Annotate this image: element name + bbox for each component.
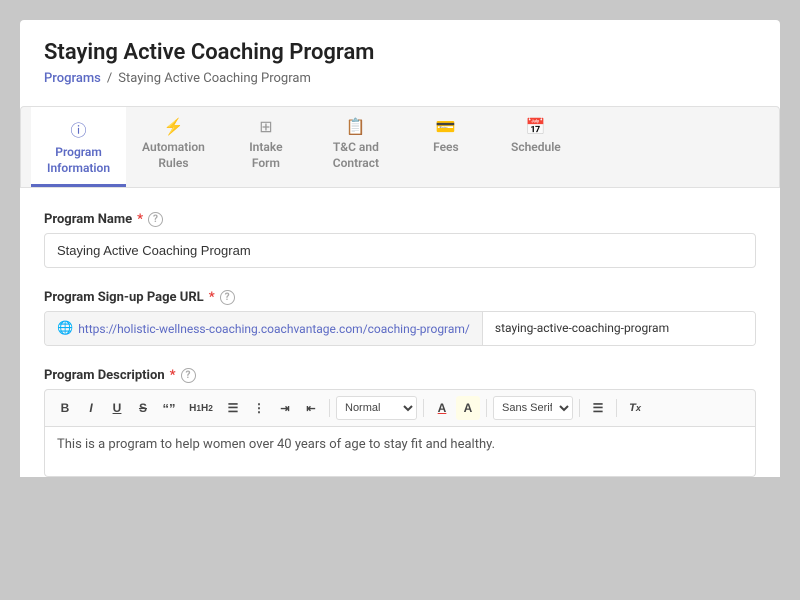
toolbar-sep-2	[423, 399, 424, 417]
signup-url-required-star: *	[209, 290, 215, 305]
automation-rules-icon: ⚡	[164, 117, 184, 136]
tc-contract-icon: 📋	[346, 117, 366, 136]
toolbar-italic-button[interactable]: I	[79, 396, 103, 420]
program-name-label: Program Name * ?	[44, 212, 756, 227]
url-suffix[interactable]: staying-active-coaching-program	[483, 312, 755, 345]
toolbar-sep-5	[616, 399, 617, 417]
toolbar-sep-4	[579, 399, 580, 417]
breadcrumb: Programs / Staying Active Coaching Progr…	[44, 71, 756, 86]
program-description-label: Program Description * ?	[44, 368, 756, 383]
program-name-input[interactable]	[44, 233, 756, 268]
fees-icon: 💳	[436, 117, 456, 136]
page-title: Staying Active Coaching Program	[44, 40, 756, 65]
toolbar-indent-button[interactable]: ⇥	[273, 396, 297, 420]
tab-schedule[interactable]: 📅 Schedule	[491, 107, 581, 187]
tab-fees[interactable]: 💳 Fees	[401, 107, 491, 187]
program-information-icon: ⓘ	[71, 117, 87, 141]
signup-url-label: Program Sign-up Page URL * ?	[44, 290, 756, 305]
toolbar-sep-3	[486, 399, 487, 417]
breadcrumb-parent[interactable]: Programs	[44, 71, 101, 86]
toolbar-h1h2-button[interactable]: H1 H2	[183, 396, 219, 420]
toolbar-clear-format-button[interactable]: Tx	[623, 396, 647, 420]
url-input-group: 🌐 https://holistic-wellness-coaching.coa…	[44, 311, 756, 346]
tab-label-fees: Fees	[433, 140, 459, 156]
tab-label-intake-form: IntakeForm	[249, 140, 282, 171]
tab-label-tc-contract: T&C andContract	[333, 140, 379, 171]
toolbar-quote-button[interactable]: “”	[157, 396, 181, 420]
breadcrumb-current: Staying Active Coaching Program	[118, 71, 311, 86]
description-required-star: *	[170, 368, 176, 383]
editor-toolbar: B I U S “” H1 H2 ☰ ⋮ ⇥ ⇤ Normal Heading …	[44, 389, 756, 427]
tab-automation-rules[interactable]: ⚡ AutomationRules	[126, 107, 221, 187]
form-area: Program Name * ? Program Sign-up Page UR…	[44, 188, 756, 477]
globe-icon: 🌐	[57, 321, 73, 336]
schedule-icon: 📅	[526, 117, 546, 136]
toolbar-unordered-list-button[interactable]: ⋮	[247, 396, 271, 420]
tab-label-automation-rules: AutomationRules	[142, 140, 205, 171]
toolbar-ordered-list-button[interactable]: ☰	[221, 396, 245, 420]
editor-content-text: This is a program to help women over 40 …	[57, 437, 495, 452]
toolbar-font-color-button[interactable]: A	[430, 396, 454, 420]
content-area: Staying Active Coaching Program Programs…	[20, 20, 780, 477]
description-help-icon[interactable]: ?	[181, 368, 196, 383]
intake-form-icon: ⊞	[259, 117, 272, 136]
program-name-group: Program Name * ?	[44, 212, 756, 268]
breadcrumb-separator: /	[107, 71, 112, 86]
page-wrapper: Staying Active Coaching Program Programs…	[0, 0, 800, 600]
toolbar-strikethrough-button[interactable]: S	[131, 396, 155, 420]
toolbar-format-select[interactable]: Normal Heading 1 Heading 2	[336, 396, 417, 420]
tab-tc-contract[interactable]: 📋 T&C andContract	[311, 107, 401, 187]
toolbar-bold-button[interactable]: B	[53, 396, 77, 420]
program-description-group: Program Description * ? B I U S “” H1 H2…	[44, 368, 756, 477]
toolbar-underline-button[interactable]: U	[105, 396, 129, 420]
required-star: *	[137, 212, 143, 227]
toolbar-outdent-button[interactable]: ⇤	[299, 396, 323, 420]
toolbar-align-button[interactable]: ☰	[586, 396, 610, 420]
toolbar-sep-1	[329, 399, 330, 417]
toolbar-font-bg-button[interactable]: A	[456, 396, 480, 420]
program-name-help-icon[interactable]: ?	[148, 212, 163, 227]
toolbar-font-family-select[interactable]: Sans Serif Serif Monospace	[493, 396, 573, 420]
url-prefix: 🌐 https://holistic-wellness-coaching.coa…	[45, 312, 483, 345]
tab-intake-form[interactable]: ⊞ IntakeForm	[221, 107, 311, 187]
tabs-container: ⓘ ProgramInformation ⚡ AutomationRules ⊞…	[20, 106, 780, 188]
tab-label-program-information: ProgramInformation	[47, 145, 110, 176]
tab-label-schedule: Schedule	[511, 140, 561, 156]
tab-program-information[interactable]: ⓘ ProgramInformation	[31, 107, 126, 187]
signup-url-group: Program Sign-up Page URL * ? 🌐 https://h…	[44, 290, 756, 346]
signup-url-help-icon[interactable]: ?	[220, 290, 235, 305]
editor-content[interactable]: This is a program to help women over 40 …	[44, 427, 756, 477]
